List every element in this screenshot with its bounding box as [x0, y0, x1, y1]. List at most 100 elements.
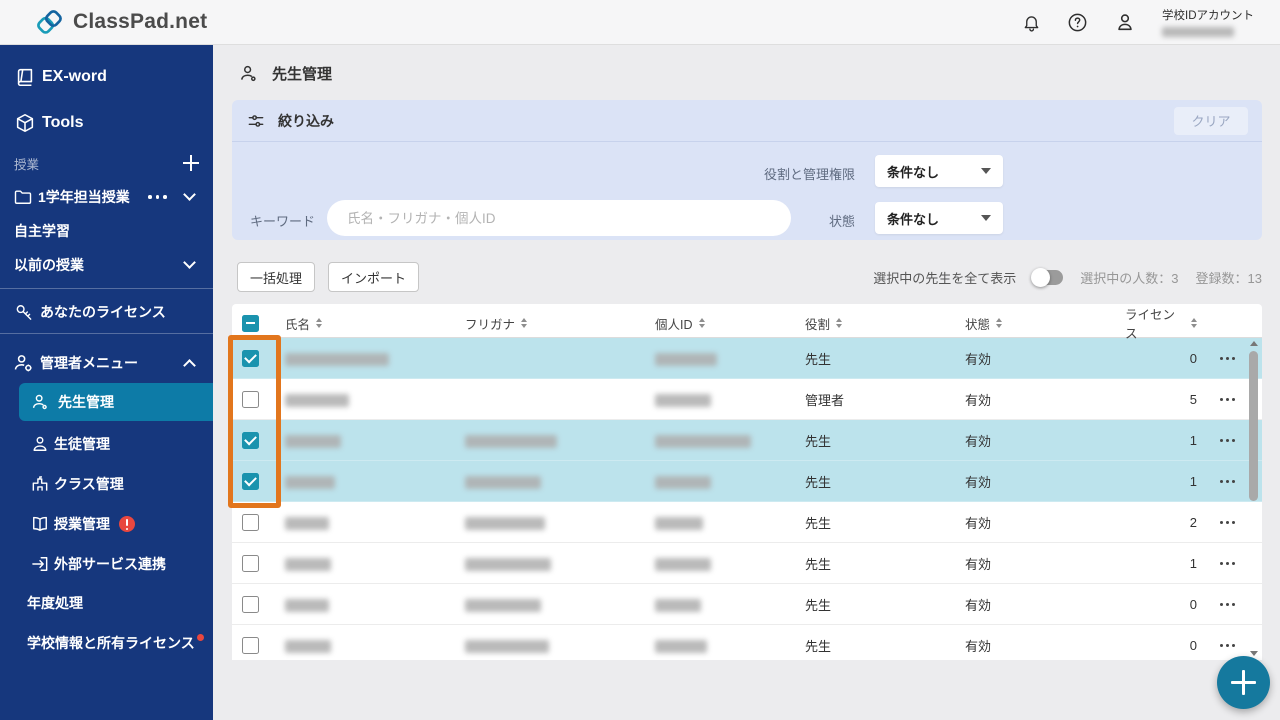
- account-info[interactable]: 学校IDアカウント: [1162, 7, 1254, 37]
- table-row[interactable]: 先生 有効 2: [232, 502, 1262, 543]
- row-actions-more-icon[interactable]: [1205, 438, 1249, 442]
- show-selected-toggle[interactable]: [1031, 267, 1064, 287]
- sidebar-item-class-folder[interactable]: 1学年担当授業: [0, 182, 213, 212]
- select-all-checkbox[interactable]: [242, 314, 259, 332]
- chevron-up-icon[interactable]: [183, 359, 196, 372]
- scroll-up-arrow-icon[interactable]: [1250, 341, 1258, 346]
- row-checkbox[interactable]: [242, 431, 259, 449]
- sidebar-item-school-info[interactable]: 学校情報と所有ライセンス: [0, 628, 213, 658]
- column-header-license[interactable]: ライセンス: [1125, 304, 1205, 342]
- row-actions-more-icon[interactable]: [1205, 520, 1249, 524]
- caret-down-icon: [981, 168, 991, 174]
- license-cell: 1: [1189, 555, 1197, 571]
- sidebar-item-student-mgmt[interactable]: 生徒管理: [0, 429, 213, 459]
- page-title: 先生管理: [238, 63, 332, 84]
- row-actions-more-icon[interactable]: [1205, 643, 1249, 647]
- table-row[interactable]: 先生 有効 0: [232, 584, 1262, 625]
- table-row[interactable]: 管理者 有効 5: [232, 379, 1262, 420]
- account-type-label: 学校IDアカウント: [1162, 10, 1254, 22]
- chevron-down-icon[interactable]: [183, 188, 196, 201]
- bulk-action-button[interactable]: 一括処理: [237, 262, 316, 292]
- license-cell: 0: [1189, 350, 1197, 366]
- account-name-redacted: [1162, 27, 1234, 37]
- name-redacted: [285, 352, 389, 366]
- status-cell: 有効: [965, 556, 992, 572]
- import-button[interactable]: インポート: [328, 262, 420, 292]
- row-checkbox[interactable]: [242, 636, 259, 654]
- row-actions-more-icon[interactable]: [1205, 479, 1249, 483]
- sidebar-item-your-license[interactable]: あなたのライセンス: [0, 297, 213, 327]
- role-cell: 先生: [805, 474, 832, 490]
- add-teacher-fab-button[interactable]: [1217, 656, 1270, 709]
- column-header-status[interactable]: 状態: [965, 314, 1125, 333]
- table-row[interactable]: 先生 有効 1: [232, 420, 1262, 461]
- name-redacted: [285, 516, 329, 530]
- filter-title: 絞り込み: [278, 112, 334, 129]
- sidebar-item-label: 授業管理: [54, 516, 110, 532]
- column-header-personal-id[interactable]: 個人ID: [655, 314, 805, 333]
- row-actions-more-icon[interactable]: [1205, 397, 1249, 401]
- row-checkbox[interactable]: [242, 349, 259, 367]
- sidebar-item-previous-classes[interactable]: 以前の授業: [0, 250, 213, 280]
- furigana-redacted: [465, 557, 551, 571]
- column-header-name[interactable]: 氏名: [285, 314, 465, 333]
- status-filter-select[interactable]: 条件なし: [875, 202, 1003, 234]
- table-row[interactable]: 先生 有効 1: [232, 461, 1262, 502]
- student-person-icon: [30, 434, 50, 454]
- add-class-plus-icon[interactable]: [182, 154, 200, 172]
- sidebar-item-admin-menu[interactable]: 管理者メニュー: [0, 348, 213, 378]
- column-header-furigana[interactable]: フリガナ: [465, 314, 655, 333]
- status-cell: 有効: [965, 474, 992, 490]
- sidebar-item-self-study[interactable]: 自主学習: [0, 216, 213, 246]
- table-row[interactable]: 先生 有効 1: [232, 543, 1262, 584]
- furigana-redacted: [465, 516, 545, 530]
- help-icon[interactable]: [1067, 12, 1088, 33]
- logo-text: ClassPad.net: [73, 10, 208, 33]
- table-row[interactable]: 先生 有効 0: [232, 625, 1262, 660]
- row-actions-more-icon[interactable]: [1205, 561, 1249, 565]
- sidebar-item-external-services[interactable]: 外部サービス連携: [0, 549, 213, 579]
- row-checkbox[interactable]: [242, 595, 259, 613]
- row-checkbox[interactable]: [242, 390, 259, 408]
- sidebar-item-year-end[interactable]: 年度処理: [0, 588, 213, 618]
- personal-id-redacted: [655, 557, 711, 571]
- account-person-icon[interactable]: [1114, 11, 1136, 33]
- folder-more-icon[interactable]: [148, 195, 172, 199]
- role-cell: 先生: [805, 556, 832, 572]
- school-building-icon: [30, 474, 50, 494]
- role-cell: 先生: [805, 433, 832, 449]
- sidebar-divider: [0, 333, 213, 334]
- notifications-bell-icon[interactable]: [1022, 12, 1041, 33]
- row-checkbox[interactable]: [242, 513, 259, 531]
- role-filter-select[interactable]: 条件なし: [875, 155, 1003, 187]
- sidebar-item-ex-word[interactable]: EX-word: [0, 62, 213, 92]
- table-scrollbar[interactable]: [1249, 341, 1259, 656]
- sort-icon: [316, 318, 323, 328]
- license-cell: 5: [1189, 391, 1197, 407]
- scroll-down-arrow-icon[interactable]: [1250, 651, 1258, 656]
- sort-icon: [698, 318, 705, 328]
- role-cell: 管理者: [805, 392, 845, 408]
- row-actions-more-icon[interactable]: [1205, 356, 1249, 360]
- chevron-down-icon[interactable]: [183, 256, 196, 269]
- status-cell: 有効: [965, 351, 992, 367]
- sidebar-item-label: 生徒管理: [54, 436, 110, 452]
- main-content: 先生管理 絞り込み クリア 役割と管理権限 条件なし キーワード 状態 条件なし: [213, 45, 1280, 720]
- sidebar-item-teacher-mgmt-active[interactable]: 先生管理: [19, 383, 213, 421]
- row-checkbox[interactable]: [242, 472, 259, 490]
- table-row[interactable]: 先生 有効 0: [232, 338, 1262, 379]
- clear-filter-button[interactable]: クリア: [1174, 106, 1248, 135]
- classpad-logo-icon: [36, 9, 63, 36]
- top-bar: ClassPad.net 学校IDアカウント: [0, 0, 1280, 45]
- status-cell: 有効: [965, 392, 992, 408]
- status-cell: 有効: [965, 638, 992, 654]
- sidebar-item-lesson-mgmt[interactable]: 授業管理: [0, 509, 213, 539]
- row-actions-more-icon[interactable]: [1205, 602, 1249, 606]
- sidebar-item-label: Tools: [42, 114, 84, 131]
- show-selected-label: 選択中の先生を全て表示: [873, 270, 1017, 286]
- sidebar-item-class-mgmt[interactable]: クラス管理: [0, 469, 213, 499]
- sidebar-item-tools[interactable]: Tools: [0, 108, 213, 138]
- column-header-role[interactable]: 役割: [805, 314, 965, 333]
- row-checkbox[interactable]: [242, 554, 259, 572]
- scrollbar-thumb[interactable]: [1249, 351, 1258, 501]
